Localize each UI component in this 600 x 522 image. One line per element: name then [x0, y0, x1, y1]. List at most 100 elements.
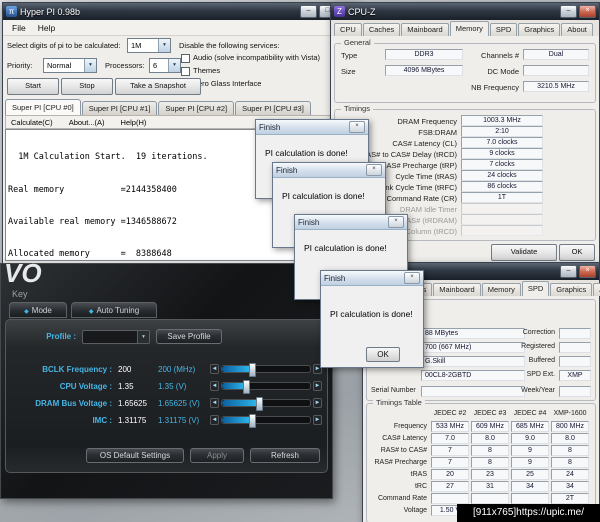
take-snapshot-button[interactable]: Take a Snapshot	[115, 78, 201, 95]
digits-select[interactable]: 1M ▾	[127, 38, 171, 53]
slider-left-arrow-icon[interactable]: ◄	[210, 364, 219, 374]
ok-button[interactable]: OK	[559, 244, 595, 261]
bclk-frequency-value: 200	[118, 365, 132, 374]
close-icon[interactable]: ×	[404, 272, 420, 284]
tab-memory[interactable]: Memory	[481, 283, 521, 296]
table-cell	[431, 493, 469, 504]
close-icon[interactable]: ×	[388, 216, 404, 228]
dram-bus-voltage-value: 1.65625	[118, 399, 147, 408]
processors-select[interactable]: 6 ▾	[149, 58, 181, 73]
cpuz-title: CPU-Z	[348, 6, 376, 17]
slider-left-arrow-icon[interactable]: ◄	[210, 398, 219, 408]
validate-button[interactable]: Validate	[491, 244, 557, 261]
slider-right-arrow-icon[interactable]: ►	[313, 398, 322, 408]
start-button[interactable]: Start	[7, 78, 59, 95]
table-cell: 8	[551, 457, 589, 468]
minimize-icon[interactable]: –	[560, 5, 577, 18]
tab-cpu1[interactable]: Super PI [CPU #1]	[81, 101, 158, 115]
table-cell: 8.0	[551, 433, 589, 444]
os-default-settings-button[interactable]: OS Default Settings	[86, 448, 184, 463]
type-value: DDR3	[385, 49, 463, 60]
finish-dialog-titlebar[interactable]: Finish ×	[273, 163, 385, 178]
dram-bus-voltage-slider[interactable]: ◄ ►	[210, 397, 322, 411]
cpu-voltage-slider[interactable]: ◄ ►	[210, 380, 322, 394]
close-icon[interactable]: ×	[349, 121, 365, 133]
timing-value: 1T	[461, 192, 543, 203]
tab-mainboard[interactable]: Mainboard	[401, 23, 449, 36]
tab-cpu2[interactable]: Super PI [CPU #2]	[158, 101, 235, 115]
table-cell: 7.0	[431, 433, 469, 444]
timing-value: 9 clocks	[461, 148, 543, 159]
save-profile-button[interactable]: Save Profile	[156, 329, 222, 344]
slider-track[interactable]	[221, 414, 311, 428]
stop-button[interactable]: Stop	[61, 78, 113, 95]
tab-cpu3[interactable]: Super PI [CPU #3]	[235, 101, 311, 115]
slider-track[interactable]	[221, 380, 311, 394]
tab-about[interactable]: About	[593, 283, 600, 296]
tab-spd[interactable]: SPD	[521, 281, 550, 296]
finish-dialog-titlebar[interactable]: Finish ×	[256, 120, 368, 135]
profile-select[interactable]: ▾	[82, 330, 150, 344]
tab-spd[interactable]: SPD	[489, 23, 518, 36]
serial-number-label: Serial Number	[371, 387, 416, 394]
close-icon[interactable]: ×	[366, 164, 382, 176]
tab-caches[interactable]: Caches	[362, 23, 401, 36]
apply-button[interactable]: Apply	[190, 448, 244, 463]
dc-mode-value	[523, 65, 589, 76]
slider-left-arrow-icon[interactable]: ◄	[210, 381, 219, 391]
timing-value	[461, 214, 543, 225]
menu-about[interactable]: About...(A)	[69, 118, 105, 127]
slider-thumb[interactable]	[256, 397, 263, 411]
hyperpi-title: Hyper PI 0.98b	[20, 6, 81, 17]
tab-memory[interactable]: Memory	[449, 21, 489, 36]
menu-calculate[interactable]: Calculate(C)	[11, 118, 53, 127]
slider-track[interactable]	[221, 363, 311, 377]
tab-about[interactable]: About	[561, 23, 593, 36]
checkbox-aero-label: Aero Glass Interface	[193, 79, 262, 88]
ok-button[interactable]: OK	[366, 347, 400, 362]
slider-thumb[interactable]	[249, 414, 256, 428]
slider-left-arrow-icon[interactable]: ◄	[210, 415, 219, 425]
finish-dialog-titlebar[interactable]: Finish ×	[295, 215, 407, 230]
column-header: JEDEC #4	[513, 410, 547, 417]
tab-cpu[interactable]: CPU	[334, 23, 362, 36]
menu-help2[interactable]: Help(H)	[121, 118, 147, 127]
table-cell: 8	[551, 445, 589, 456]
hyperpi-titlebar[interactable]: π Hyper PI 0.98b – □ ×	[3, 3, 358, 20]
minimize-icon[interactable]: –	[560, 265, 577, 278]
imc-slider[interactable]: ◄ ►	[210, 414, 322, 428]
finish-dialog-titlebar[interactable]: Finish ×	[321, 271, 423, 286]
buffered-label: Buffered	[528, 357, 555, 364]
slider-right-arrow-icon[interactable]: ►	[313, 415, 322, 425]
tab-auto-tuning[interactable]: ◆ Auto Tuning	[71, 302, 157, 318]
slider-fill	[222, 400, 258, 406]
tab-mode[interactable]: ◆ Mode	[9, 302, 67, 318]
minimize-icon[interactable]: –	[300, 5, 317, 18]
dram-bus-voltage-display: 1.65625 (V)	[158, 399, 200, 408]
menu-help[interactable]: Help	[33, 22, 60, 34]
table-cell: 7	[431, 445, 469, 456]
slider-track[interactable]	[221, 397, 311, 411]
slider-thumb[interactable]	[243, 380, 250, 394]
turbov-window: VO Key ◆ Mode ◆ Auto Tuning Profile : ▾ Sa…	[0, 258, 333, 499]
priority-select[interactable]: Normal ▾	[43, 58, 97, 73]
bclk-frequency-slider[interactable]: ◄ ►	[210, 363, 322, 377]
checkbox-audio[interactable]	[181, 54, 190, 63]
table-cell: 8	[471, 457, 509, 468]
close-icon[interactable]: ×	[579, 265, 596, 278]
slider-thumb[interactable]	[249, 363, 256, 377]
imc-display: 1.31175 (V)	[158, 416, 200, 425]
tab-mainboard[interactable]: Mainboard	[433, 283, 481, 296]
menu-file[interactable]: File	[7, 22, 31, 34]
tab-cpu0[interactable]: Super PI [CPU #0]	[5, 99, 81, 115]
checkbox-themes[interactable]	[181, 67, 190, 76]
turbov-logo: VO	[4, 258, 42, 288]
slider-right-arrow-icon[interactable]: ►	[313, 381, 322, 391]
close-icon[interactable]: ×	[579, 5, 596, 18]
refresh-button[interactable]: Refresh	[250, 448, 320, 463]
cpuz-titlebar[interactable]: Z CPU-Z – ×	[331, 3, 599, 20]
watermark-label: [911x765]https://upic.me/	[457, 504, 600, 522]
table-cell: 31	[471, 481, 509, 492]
tab-graphics[interactable]: Graphics	[550, 283, 593, 296]
tab-graphics[interactable]: Graphics	[518, 23, 561, 36]
